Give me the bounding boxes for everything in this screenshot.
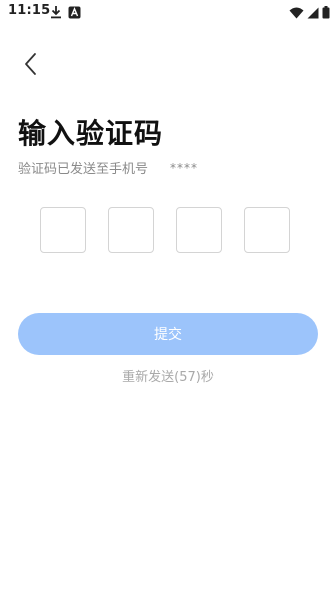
subtitle-row: 验证码已发送至手机号 **** [18, 158, 199, 178]
code-input-3[interactable] [176, 207, 222, 253]
wifi-icon [289, 4, 304, 23]
battery-icon [322, 4, 330, 23]
status-time: 11:15 [8, 3, 51, 18]
submit-button-label: 提交 [154, 327, 182, 343]
resend-countdown: 重新发送(57)秒 [122, 370, 214, 385]
code-input-2[interactable] [108, 207, 154, 253]
download-icon [50, 4, 62, 23]
app-notification-icon [68, 4, 81, 23]
code-input-1[interactable] [40, 207, 86, 253]
submit-button[interactable]: 提交 [18, 313, 318, 355]
code-input-4[interactable] [244, 207, 290, 253]
masked-phone-number: **** [170, 160, 199, 175]
status-bar: 11:15 [0, 0, 336, 24]
verification-screen: 11:15 输入验证码 验证码已发送至手机号 **** 提交 重新发送(57)秒 [0, 0, 336, 600]
subtitle-text: 验证码已发送至手机号 [18, 162, 149, 177]
page-title: 输入验证码 [18, 117, 164, 150]
chevron-left-icon [23, 52, 37, 80]
status-right-icons [289, 4, 330, 23]
status-left-icons [50, 4, 81, 23]
back-button[interactable] [18, 52, 42, 80]
cellular-signal-icon [307, 4, 319, 23]
code-input-group [40, 207, 290, 253]
